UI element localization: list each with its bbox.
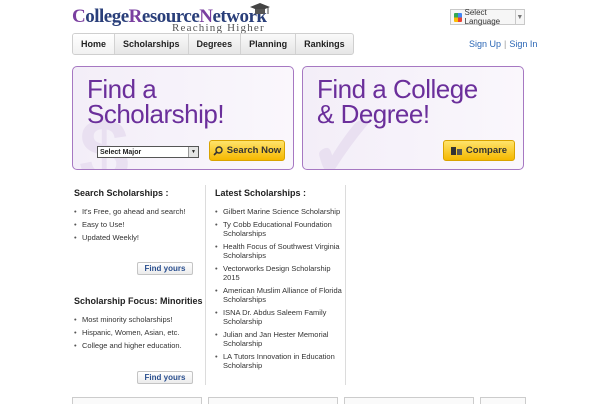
bottom-panel bbox=[72, 397, 202, 404]
latest-scholarship-link[interactable]: Gilbert Marine Science Scholarship bbox=[215, 207, 343, 216]
search-icon bbox=[213, 145, 223, 156]
latest-scholarship-link[interactable]: American Muslim Alliance of Florida Scho… bbox=[215, 286, 343, 304]
chevron-down-icon: ▼ bbox=[514, 10, 524, 24]
list-item: Easy to Use! bbox=[74, 220, 124, 229]
list-item: It's Free, go ahead and search! bbox=[74, 207, 186, 216]
search-scholarships-title: Search Scholarships : bbox=[74, 188, 169, 198]
chevron-down-icon: ▼ bbox=[188, 147, 198, 157]
latest-scholarship-link[interactable]: Health Focus of Southwest Virginia Schol… bbox=[215, 242, 343, 260]
list-item: College and higher education. bbox=[74, 341, 182, 350]
column-divider bbox=[205, 185, 206, 385]
major-select[interactable]: Select Major ▼ bbox=[97, 146, 199, 158]
find-yours-button[interactable]: Find yours bbox=[137, 371, 193, 384]
scholarship-headline: Find a Scholarship! bbox=[87, 74, 225, 129]
google-icon bbox=[454, 12, 462, 22]
account-links: Sign Up | Sign In bbox=[469, 39, 537, 49]
latest-scholarship-link[interactable]: LA Tutors Innovation in Education Schola… bbox=[215, 352, 343, 370]
list-item: Hispanic, Women, Asian, etc. bbox=[74, 328, 179, 337]
find-yours-button[interactable]: Find yours bbox=[137, 262, 193, 275]
college-headline: Find a College & Degree! bbox=[317, 74, 478, 129]
list-item: Updated Weekly! bbox=[74, 233, 139, 242]
nav-home[interactable]: Home bbox=[73, 34, 116, 54]
scholarship-panel: $ Find a Scholarship! Select Major ▼ Sea… bbox=[72, 66, 294, 170]
college-panel: ✓ Find a College & Degree! Compare bbox=[302, 66, 524, 170]
column-divider bbox=[345, 185, 346, 385]
latest-scholarship-link[interactable]: Ty Cobb Educational Foundation Scholarsh… bbox=[215, 220, 343, 238]
language-select[interactable]: Select Language ▼ bbox=[450, 8, 525, 26]
latest-scholarship-link[interactable]: ISNA Dr. Abdus Saleem Family Scholarship bbox=[215, 308, 343, 326]
signin-link[interactable]: Sign In bbox=[509, 39, 537, 49]
nav-planning[interactable]: Planning bbox=[241, 34, 297, 54]
main-nav: Home Scholarships Degrees Planning Ranki… bbox=[72, 33, 354, 55]
latest-scholarships-title: Latest Scholarships : bbox=[215, 188, 307, 198]
list-item: Most minority scholarships! bbox=[74, 315, 172, 324]
scholarship-focus-title: Scholarship Focus: Minorities bbox=[74, 296, 203, 306]
nav-rankings[interactable]: Rankings bbox=[296, 34, 353, 54]
bottom-panel bbox=[480, 397, 526, 404]
link-separator: | bbox=[504, 39, 507, 49]
signup-link[interactable]: Sign Up bbox=[469, 39, 501, 49]
search-now-button[interactable]: Search Now bbox=[209, 140, 285, 161]
bottom-panel bbox=[344, 397, 474, 404]
compare-button[interactable]: Compare bbox=[443, 140, 515, 161]
nav-degrees[interactable]: Degrees bbox=[189, 34, 242, 54]
bottom-panel bbox=[208, 397, 338, 404]
compare-icon bbox=[450, 146, 462, 155]
latest-scholarship-link[interactable]: Julian and Jan Hester Memorial Scholarsh… bbox=[215, 330, 343, 348]
graduation-cap-icon bbox=[250, 3, 270, 14]
latest-scholarship-link[interactable]: Vectorworks Design Scholarship 2015 bbox=[215, 264, 343, 282]
nav-scholarships[interactable]: Scholarships bbox=[115, 34, 189, 54]
